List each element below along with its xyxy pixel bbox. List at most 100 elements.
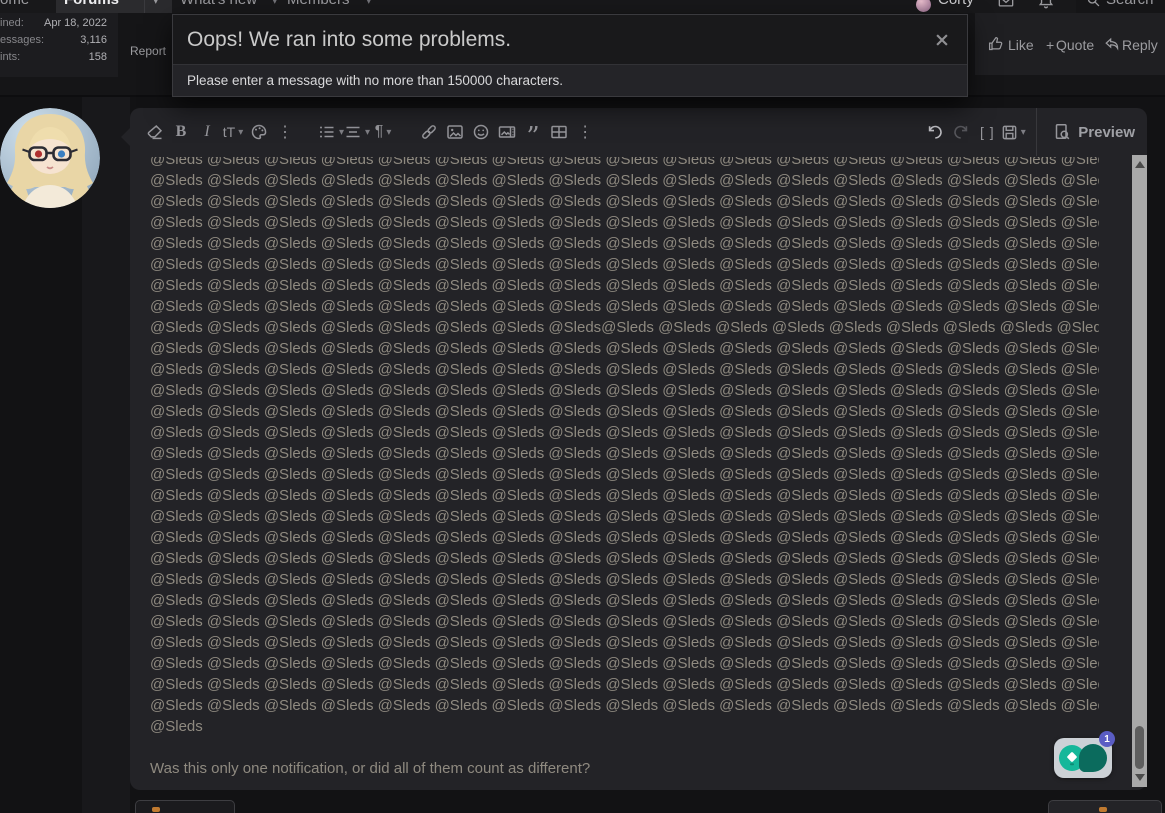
- chevron-down-icon: ▾: [1021, 127, 1026, 138]
- reply-arrow-icon[interactable]: [1104, 36, 1120, 52]
- message-line: @Sleds @Sleds @Sleds @Sleds @Sleds @Sled…: [150, 569, 1099, 590]
- italic-button[interactable]: I: [194, 119, 220, 145]
- attach-icon: [152, 807, 160, 812]
- message-line: @Sleds @Sleds @Sleds @Sleds @Sleds @Sled…: [150, 485, 1099, 506]
- toast-title-bar: Oops! We ran into some problems.: [173, 15, 967, 65]
- messages-label: essages:: [0, 34, 44, 46]
- forum-page: ome Forums ▾ What's new ▾ Members ▾ Cort…: [0, 0, 1165, 813]
- reply-button[interactable]: Reply: [1122, 37, 1158, 53]
- alignment-button[interactable]: ▾: [344, 119, 370, 145]
- editor-toolbar: B I tT ▾ ⋮ ▾: [130, 108, 1147, 156]
- message-line: @Sleds @Sleds @Sleds @Sleds @Sleds @Sled…: [150, 590, 1099, 611]
- editor-content[interactable]: @Sleds @Sleds @Sleds @Sleds @Sleds @Sled…: [150, 157, 1099, 787]
- chevron-down-icon[interactable]: ▾: [366, 0, 372, 7]
- message-line: @Sleds @Sleds @Sleds @Sleds @Sleds @Sled…: [150, 233, 1099, 254]
- messages-value: 3,116: [80, 34, 107, 46]
- like-icon[interactable]: [988, 36, 1004, 52]
- scroll-up-arrow-icon[interactable]: [1135, 161, 1145, 168]
- toolbar-overflow-button-2[interactable]: ⋮: [572, 119, 598, 145]
- points-label: ints:: [0, 51, 20, 63]
- nav-forums-tab[interactable]: Forums ▾: [56, 0, 172, 13]
- message-line: @Sleds @Sleds @Sleds @Sleds @Sleds @Sled…: [150, 401, 1099, 422]
- insert-image-button[interactable]: [442, 119, 468, 145]
- like-button[interactable]: Like: [1008, 37, 1034, 53]
- message-line: @Sleds @Sleds @Sleds @Sleds @Sleds @Sled…: [150, 527, 1099, 548]
- insert-link-button[interactable]: [416, 119, 442, 145]
- message-line: @Sleds @Sleds @Sleds @Sleds @Sleds @Sled…: [150, 191, 1099, 212]
- text-color-button[interactable]: [246, 119, 272, 145]
- user-mini-avatar[interactable]: [916, 0, 931, 12]
- message-cell-gutter: [82, 97, 130, 813]
- quote-button[interactable]: Quote: [1056, 37, 1094, 53]
- undo-button[interactable]: [922, 119, 948, 145]
- toolbar-overflow-button[interactable]: ⋮: [272, 119, 298, 145]
- grammarly-logo-icon[interactable]: [1079, 744, 1107, 772]
- message-line: @Sleds @Sleds @Sleds @Sleds @Sleds @Sled…: [150, 380, 1099, 401]
- bell-icon[interactable]: [1038, 0, 1054, 9]
- user-info-row: ints: 158: [0, 51, 107, 65]
- nav-forums-label: Forums: [64, 0, 119, 8]
- message-line: @Sleds @Sleds @Sleds @Sleds @Sleds @Sled…: [150, 254, 1099, 275]
- reply-editor: B I tT ▾ ⋮ ▾: [130, 108, 1147, 790]
- grammarly-widget[interactable]: 1: [1054, 738, 1112, 778]
- nav-whats-new[interactable]: What's new: [180, 0, 257, 8]
- user-avatar[interactable]: [0, 108, 100, 208]
- message-line: @Sleds @Sleds @Sleds @Sleds @Sleds @Sled…: [150, 548, 1099, 569]
- list-button[interactable]: ▾: [318, 119, 344, 145]
- envelope-icon[interactable]: [998, 0, 1014, 9]
- message-line: @Sleds: [150, 716, 1099, 737]
- font-size-glyph: tT: [223, 124, 235, 140]
- nav-members[interactable]: Members: [287, 0, 350, 8]
- toast-message-bar: Please enter a message with no more than…: [173, 65, 967, 96]
- points-value: 158: [89, 51, 107, 63]
- scroll-down-arrow-icon[interactable]: [1135, 774, 1145, 781]
- message-line: @Sleds @Sleds @Sleds @Sleds @Sleds @Sled…: [150, 170, 1099, 191]
- bold-button[interactable]: B: [168, 119, 194, 145]
- message-line: @Sleds @Sleds @Sleds @Sleds @Sleds @Sled…: [150, 506, 1099, 527]
- scrollbar-thumb[interactable]: [1135, 726, 1144, 769]
- message-line: @Sleds @Sleds @Sleds @Sleds @Sleds @Sled…: [150, 317, 1099, 338]
- message-line: @Sleds @Sleds @Sleds @Sleds @Sleds @Sled…: [150, 443, 1099, 464]
- message-line: @Sleds @Sleds @Sleds @Sleds @Sleds @Sled…: [150, 212, 1099, 233]
- paragraph-format-button[interactable]: ¶ ▾: [370, 119, 396, 145]
- editor-scrollbar[interactable]: [1132, 155, 1147, 787]
- chevron-down-icon: ▾: [386, 127, 391, 138]
- message-line: @Sleds @Sleds @Sleds @Sleds @Sleds @Sled…: [150, 157, 1099, 170]
- message-line: @Sleds @Sleds @Sleds @Sleds @Sleds @Sled…: [150, 464, 1099, 485]
- message-line: @Sleds @Sleds @Sleds @Sleds @Sleds @Sled…: [150, 359, 1099, 380]
- user-info-panel: ined: Apr 18, 2022 essages: 3,116 ints: …: [0, 13, 118, 77]
- nav-home[interactable]: ome: [0, 0, 29, 8]
- chevron-down-icon[interactable]: ▾: [272, 0, 278, 7]
- user-info-row: essages: 3,116: [0, 34, 107, 48]
- toggle-bbcode-button[interactable]: [ ]: [974, 119, 1000, 145]
- post-actions: Like + Quote Reply: [975, 13, 1165, 75]
- font-size-button[interactable]: tT ▾: [220, 119, 246, 145]
- tab-divider: [144, 0, 145, 13]
- plus-icon[interactable]: +: [1046, 37, 1054, 53]
- toast-message: Please enter a message with no more than…: [187, 73, 563, 88]
- remove-format-button[interactable]: [142, 119, 168, 145]
- close-icon[interactable]: [931, 29, 953, 51]
- message-line: @Sleds @Sleds @Sleds @Sleds @Sleds @Sled…: [150, 653, 1099, 674]
- toast-title: Oops! We ran into some problems.: [187, 28, 511, 52]
- drafts-button[interactable]: ▾: [1000, 119, 1026, 145]
- insert-media-button[interactable]: [494, 119, 520, 145]
- preview-button[interactable]: Preview: [1036, 108, 1135, 156]
- nav-search[interactable]: Search: [1076, 0, 1165, 13]
- report-link[interactable]: Report: [130, 44, 166, 58]
- preview-label: Preview: [1078, 124, 1135, 141]
- smilies-button[interactable]: [468, 119, 494, 145]
- joined-label: ined:: [0, 17, 24, 29]
- redo-button[interactable]: [948, 119, 974, 145]
- insert-quote-button[interactable]: ”: [520, 119, 546, 145]
- insert-table-button[interactable]: [546, 119, 572, 145]
- message-line: @Sleds @Sleds @Sleds @Sleds @Sleds @Sled…: [150, 338, 1099, 359]
- user-info-row: ined: Apr 18, 2022: [0, 17, 107, 31]
- post-reply-button-partial[interactable]: [1048, 800, 1162, 813]
- nav-username[interactable]: Corty: [938, 0, 974, 8]
- chevron-down-icon[interactable]: ▾: [153, 0, 159, 7]
- chevron-down-icon: ▾: [238, 127, 243, 138]
- attach-files-button-partial[interactable]: [135, 800, 235, 813]
- message-line: @Sleds @Sleds @Sleds @Sleds @Sleds @Sled…: [150, 695, 1099, 716]
- search-label: Search: [1106, 0, 1154, 8]
